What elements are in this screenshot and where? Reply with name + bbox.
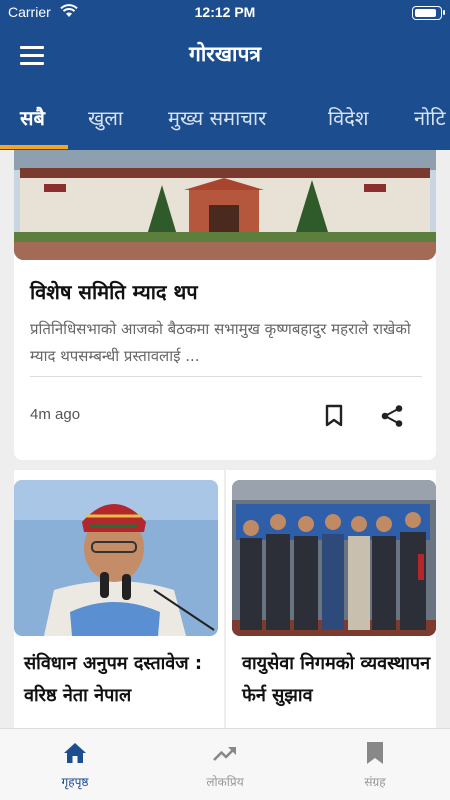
battery-level — [415, 9, 436, 17]
article-headline[interactable]: विशेष समिति म्याद थप — [30, 278, 198, 305]
tab-foreign[interactable]: विदेश — [328, 104, 369, 131]
parliament-building-image — [14, 150, 436, 260]
tab-open[interactable]: खुला — [88, 104, 123, 131]
battery-icon — [412, 6, 445, 20]
leader-photo — [14, 480, 218, 636]
nav-home-label: गृहपृष्ठ — [61, 775, 89, 789]
status-bar: Carrier 12:12 PM — [0, 0, 450, 26]
tab-main-news[interactable]: मुख्य समाचार — [168, 104, 266, 131]
tab-notices[interactable]: नोटि — [414, 104, 446, 131]
trending-icon — [213, 747, 236, 761]
app-bar: गोरखापत्र — [0, 26, 450, 88]
nav-home[interactable]: गृहपृष्ठ — [0, 729, 150, 800]
article-title[interactable]: संविधान अनुपम दस्तावेज : वरिष्ठ नेता नेप… — [24, 648, 219, 712]
article-card[interactable]: वायुसेवा निगमको व्यवस्थापन फेर्न सुझाव — [226, 470, 436, 740]
group-photo — [232, 480, 436, 636]
bookmark-icon[interactable] — [324, 404, 344, 428]
divider — [30, 376, 422, 377]
clock: 12:12 PM — [194, 4, 256, 20]
nav-collection-label: संग्रह — [364, 775, 386, 789]
bottom-navigation: गृहपृष्ठ लोकप्रिय संग्रह — [0, 728, 450, 800]
share-icon[interactable] — [380, 404, 404, 428]
nav-collection[interactable]: संग्रह — [300, 729, 450, 800]
article-summary: प्रतिनिधिसभाको आजको बैठकमा सभामुख कृष्णब… — [30, 320, 411, 365]
app-title: गोरखापत्र — [189, 42, 261, 66]
active-tab-indicator — [0, 145, 68, 149]
article-title[interactable]: वायुसेवा निगमको व्यवस्थापन फेर्न सुझाव — [242, 648, 436, 712]
article-card[interactable]: संविधान अनुपम दस्तावेज : वरिष्ठ नेता नेप… — [14, 470, 224, 740]
nav-popular-label: लोकप्रिय — [206, 775, 244, 789]
nav-popular[interactable]: लोकप्रिय — [150, 729, 300, 800]
article-timestamp: 4m ago — [30, 406, 81, 423]
bookmark-icon — [367, 742, 383, 764]
category-tabs: सबै खुला मुख्य समाचार विदेश नोटि — [0, 88, 450, 150]
home-icon — [64, 743, 86, 763]
featured-article-card[interactable]: विशेष समिति म्याद थप प्रतिनिधिसभाको आजको… — [14, 150, 436, 460]
tab-all[interactable]: सबै — [20, 104, 45, 131]
